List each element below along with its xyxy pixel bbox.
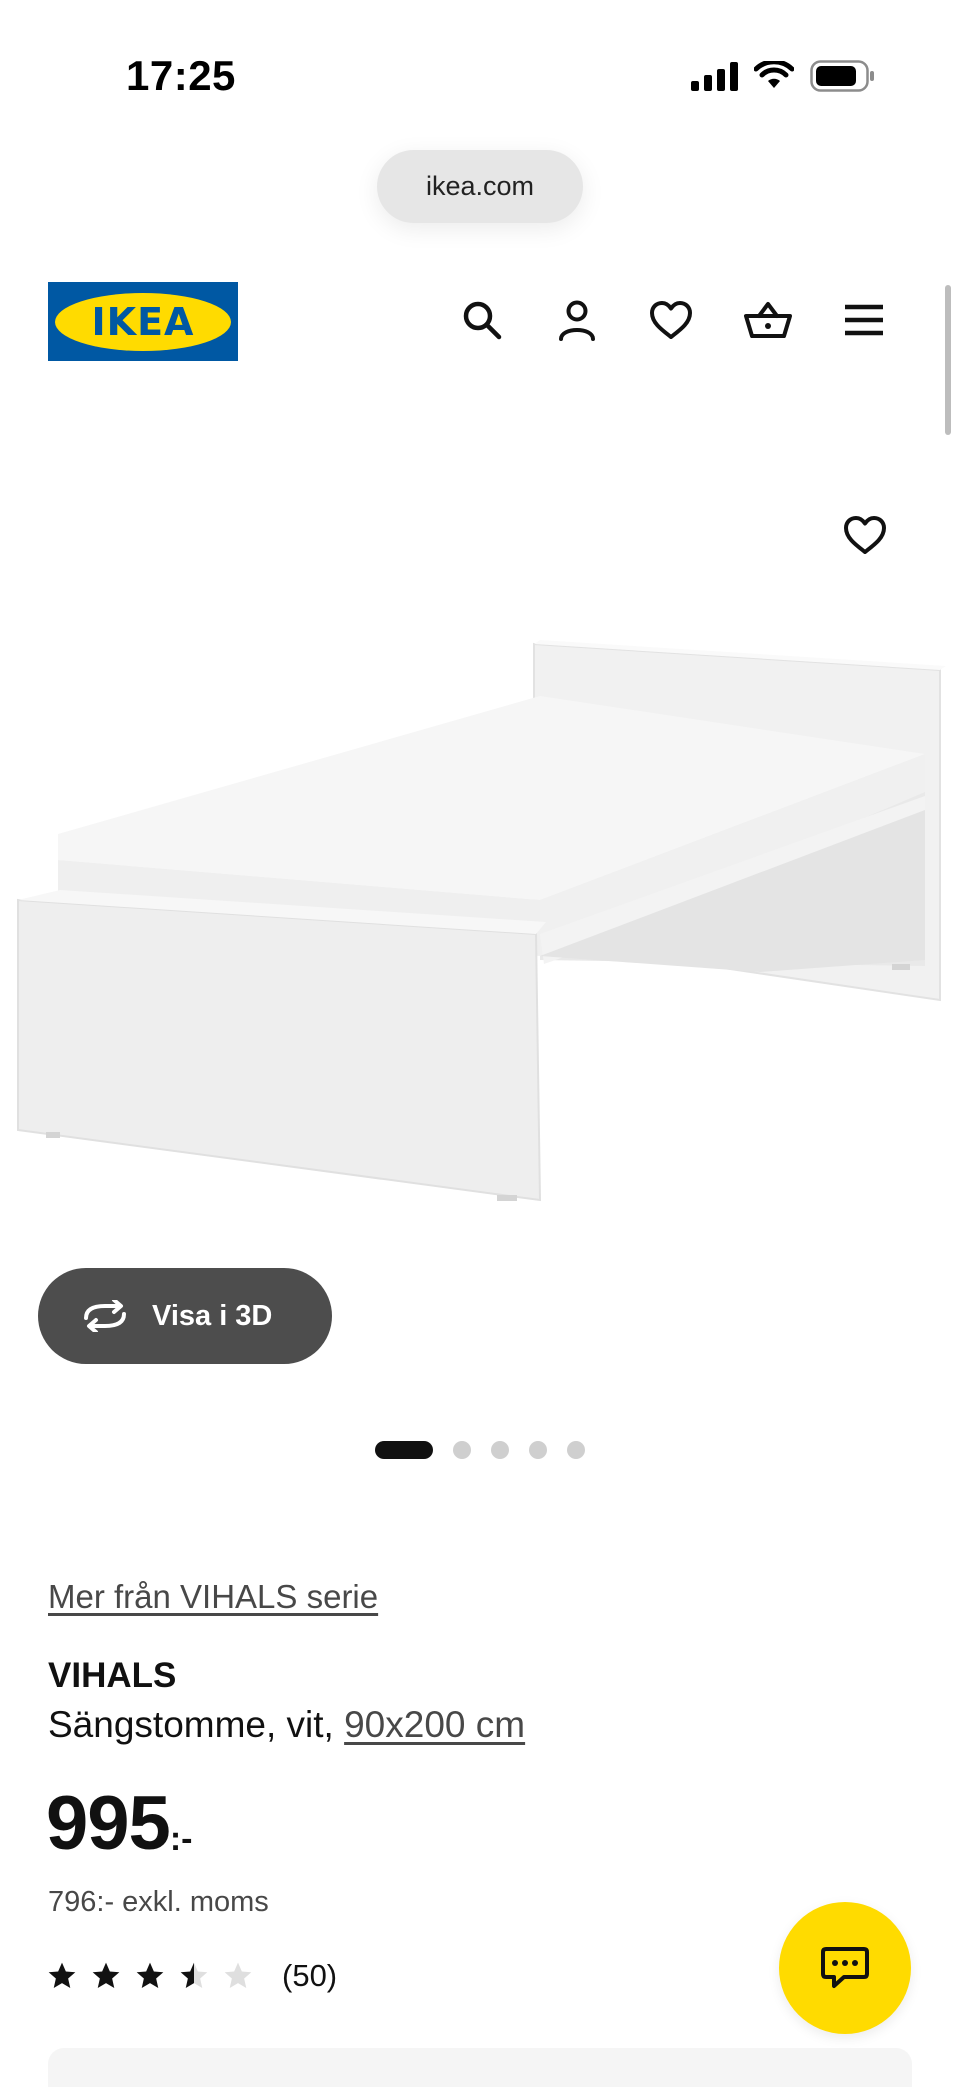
chat-icon (821, 1947, 869, 1988)
carousel-dot[interactable] (375, 1441, 433, 1459)
half-star-icon (180, 1962, 208, 1988)
product-image[interactable] (0, 600, 960, 1260)
rotate-3d-icon (84, 1300, 126, 1332)
menu-icon[interactable] (836, 292, 892, 348)
star-icon (48, 1962, 76, 1988)
price-excl-vat: 796:- exkl. moms (48, 1886, 269, 1918)
product-name: VIHALS (48, 1656, 177, 1695)
logo-text: IKEA (91, 299, 195, 344)
size-link[interactable]: 90x200 cm (344, 1704, 525, 1745)
view-3d-label: Visa i 3D (152, 1299, 273, 1332)
review-count[interactable]: (50) (282, 1958, 337, 1994)
url-bar[interactable]: ikea.com (377, 150, 583, 223)
logo-oval: IKEA (55, 292, 231, 351)
rating[interactable]: (50) (46, 1958, 337, 1994)
wishlist-icon[interactable] (643, 292, 699, 348)
status-time: 17:25 (126, 52, 236, 99)
cart-icon[interactable] (740, 292, 796, 348)
star-icon (136, 1962, 164, 1988)
ikea-logo[interactable]: IKEA (48, 282, 238, 361)
series-link[interactable]: Mer från VIHALS serie (48, 1578, 378, 1616)
price-integer: 995 (46, 1781, 171, 1866)
battery-icon (810, 60, 874, 92)
empty-star-icon (224, 1962, 252, 1988)
carousel-dot[interactable] (491, 1441, 509, 1459)
price-suffix: :- (169, 1820, 193, 1858)
status-bar: 17:25 (0, 0, 960, 150)
wifi-icon (754, 61, 794, 88)
account-icon[interactable] (549, 292, 605, 348)
view-3d-button[interactable]: Visa i 3D (38, 1268, 332, 1364)
next-section-card (48, 2048, 912, 2087)
scroll-indicator (945, 285, 951, 435)
add-to-wishlist-icon[interactable] (838, 508, 892, 562)
cellular-signal-icon (691, 61, 738, 91)
chat-button[interactable] (779, 1902, 911, 2034)
product-description-text: Sängstomme, vit, (48, 1704, 345, 1745)
site-header: IKEA (0, 270, 960, 370)
carousel-dot[interactable] (567, 1441, 585, 1459)
carousel-dot[interactable] (453, 1441, 471, 1459)
product-description: Sängstomme, vit, 90x200 cm (48, 1704, 525, 1746)
carousel-dot[interactable] (529, 1441, 547, 1459)
image-carousel-dots (0, 1440, 960, 1460)
status-icons (691, 60, 876, 92)
star-icon (92, 1962, 120, 1988)
search-icon[interactable] (454, 292, 510, 348)
price: 995 :- (46, 1784, 192, 1864)
